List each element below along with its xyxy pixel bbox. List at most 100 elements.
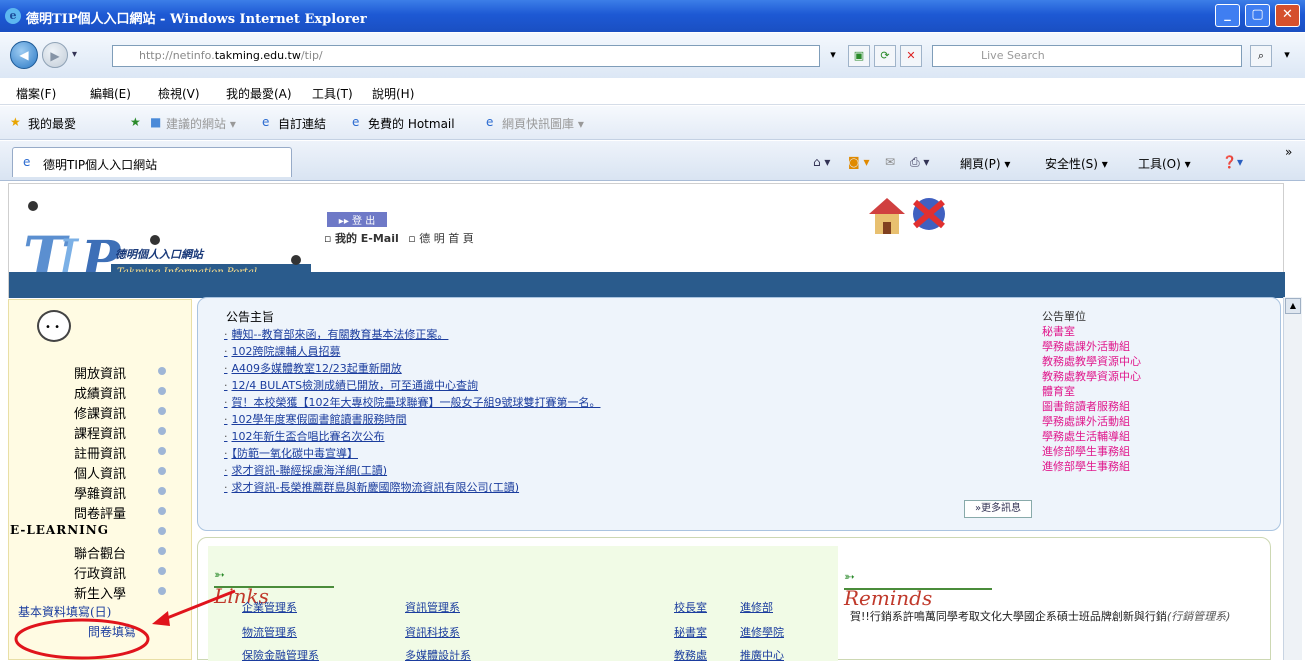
unit-link[interactable]: 進修部學生事務組	[1042, 458, 1130, 474]
nav-item[interactable]: 個人資訊	[74, 463, 126, 482]
more-news-button[interactable]: »更多訊息	[964, 500, 1032, 518]
ie-icon: e	[5, 8, 21, 24]
forward-button[interactable]: ▶	[42, 42, 68, 68]
link-office[interactable]: 推廣中心	[740, 647, 784, 663]
remind-item[interactable]: 賀!!行銷系許鳴萬同學考取文化大學國企系碩士班品牌創新與行銷(行銷管理系)	[850, 609, 1270, 624]
fav-custom-links[interactable]: 自訂連結	[278, 115, 326, 132]
more-commands-icon[interactable]: »	[1285, 145, 1292, 159]
nav-item[interactable]: 聯合觀台	[74, 543, 126, 562]
news-item[interactable]: 102跨院課輔人員招募	[224, 343, 341, 359]
link-office[interactable]: 進修學院	[740, 624, 784, 640]
tab-title: 德明TIP個人入口網站	[43, 158, 158, 172]
bullet-icon	[158, 467, 166, 475]
fav-hotmail[interactable]: 免費的 Hotmail	[368, 115, 455, 132]
news-item[interactable]: 求才資訊-聯經採慮海洋網(工讀)	[224, 462, 388, 478]
nav-item[interactable]: E-LEARNING	[10, 523, 109, 537]
search-options-icon[interactable]: ▾	[1276, 45, 1298, 67]
link-dept[interactable]: 資訊管理系	[405, 599, 460, 615]
news-item[interactable]: 【防範一氧化碳中毒宣導】	[224, 445, 359, 461]
header-icons[interactable]	[867, 192, 953, 236]
news-item[interactable]: A409多媒體教室12/23起重新開放	[224, 360, 402, 376]
bullet-icon	[158, 487, 166, 495]
search-input[interactable]: Live Search	[932, 45, 1242, 67]
cmd-safety[interactable]: 安全性(S) ▾	[1045, 155, 1108, 172]
nav-item[interactable]: 修課資訊	[74, 403, 126, 422]
add-favorite-icon[interactable]: ★	[130, 115, 141, 129]
link-dept[interactable]: 資訊科技系	[405, 624, 460, 640]
svg-text:德明個人入口網站: 德明個人入口網站	[115, 248, 205, 261]
minimize-button[interactable]: _	[1215, 4, 1240, 27]
unit-link[interactable]: 學務處生活輔導組	[1042, 428, 1130, 444]
cmd-page[interactable]: 網頁(P) ▾	[960, 155, 1010, 172]
menu-help[interactable]: 說明(H)	[372, 85, 414, 102]
tab-active[interactable]: e 德明TIP個人入口網站	[12, 147, 292, 177]
nav-item[interactable]: 學雜資訊	[74, 483, 126, 502]
back-button[interactable]: ◀	[10, 41, 38, 69]
cmd-tools[interactable]: 工具(O) ▾	[1138, 155, 1191, 172]
stop-icon[interactable]: ✕	[900, 45, 922, 67]
link-dept[interactable]: 保險金融管理系	[242, 647, 319, 663]
compat-icon[interactable]: ▣	[848, 45, 870, 67]
nav-item[interactable]: 註冊資訊	[74, 443, 126, 462]
home-icon[interactable]: ⌂ ▾	[813, 155, 830, 169]
unit-link[interactable]: 進修部學生事務組	[1042, 443, 1130, 459]
nav-item-basic-info[interactable]: 基本資料填寫(日)	[18, 603, 111, 620]
close-button[interactable]: ✕	[1275, 4, 1300, 27]
nav-item[interactable]: 成績資訊	[74, 383, 126, 402]
news-item[interactable]: 賀！本校榮獲【102年大專校院壘球聯賽】一般女子組9號球雙打賽第一名。	[224, 394, 601, 410]
menu-edit[interactable]: 編輯(E)	[90, 85, 131, 102]
home-link[interactable]: ▫ 德 明 首 頁	[408, 232, 473, 245]
page-icon: e	[23, 155, 31, 169]
menu-view[interactable]: 檢視(V)	[158, 85, 200, 102]
unit-link[interactable]: 教務處教學資源中心	[1042, 353, 1141, 369]
link-dept[interactable]: 物流管理系	[242, 624, 297, 640]
unit-link[interactable]: 秘書室	[1042, 323, 1075, 339]
favorites-label[interactable]: 我的最愛	[28, 115, 76, 132]
unit-link[interactable]: 圖書館讀者服務組	[1042, 398, 1130, 414]
logout-button[interactable]: ▸▸ 登 出	[327, 212, 387, 227]
nav-item[interactable]: 課程資訊	[74, 423, 126, 442]
link-dept[interactable]: 企業管理系	[242, 599, 297, 615]
address-input[interactable]: http://netinfo.takming.edu.tw/tip/	[112, 45, 820, 67]
maximize-button[interactable]: ▢	[1245, 4, 1270, 27]
fav-web-slice[interactable]: 網頁快訊圖庫 ▾	[502, 115, 584, 132]
units-heading: 公告單位	[1042, 310, 1086, 323]
fav-suggested-sites[interactable]: 建議的網站 ▾	[166, 115, 236, 132]
favorites-star-icon[interactable]: ★	[10, 115, 21, 129]
menu-file[interactable]: 檔案(F)	[16, 85, 56, 102]
news-item[interactable]: 12/4 BULATS檢測成績已開放，可至通識中心查詢	[224, 377, 479, 393]
news-item[interactable]: 求才資訊-長榮推薦群島與新慶國際物流資訊有限公司(工讀)	[224, 479, 520, 495]
news-item[interactable]: 102學年度寒假圖書館讀書服務時間	[224, 411, 407, 427]
nav-item[interactable]: 問卷評量	[74, 503, 126, 522]
link-office[interactable]: 進修部	[740, 599, 773, 615]
unit-link[interactable]: 學務處課外活動組	[1042, 338, 1130, 354]
print-icon[interactable]: ⎙ ▾	[910, 155, 929, 170]
menu-favorites[interactable]: 我的最愛(A)	[226, 85, 292, 102]
history-dropdown-icon[interactable]: ▾	[72, 49, 77, 60]
link-office[interactable]: 校長室	[674, 599, 707, 615]
link-office[interactable]: 秘書室	[674, 624, 707, 640]
link-office[interactable]: 教務處	[674, 647, 707, 663]
feeds-icon[interactable]: ◙ ▾	[848, 155, 869, 169]
nav-item[interactable]: 新生入學	[74, 583, 126, 602]
nav-item[interactable]: 開放資訊	[74, 363, 126, 382]
search-placeholder: Live Search	[981, 49, 1045, 62]
nav-item[interactable]: 問卷填寫	[88, 623, 136, 640]
menu-tools[interactable]: 工具(T)	[312, 85, 353, 102]
scroll-up-icon[interactable]: ▲	[1285, 298, 1301, 314]
email-link[interactable]: ▫ 我的 E-Mail	[324, 232, 399, 245]
news-item[interactable]: 102年新生盃合唱比賽名次公布	[224, 428, 385, 444]
unit-link[interactable]: 體育室	[1042, 383, 1075, 399]
link-dept[interactable]: 多媒體設計系	[405, 647, 471, 663]
nav-item[interactable]: 行政資訊	[74, 563, 126, 582]
links-panel	[197, 537, 1271, 661]
vertical-scrollbar[interactable]: ▲	[1283, 297, 1302, 660]
unit-link[interactable]: 教務處教學資源中心	[1042, 368, 1141, 384]
refresh-icon[interactable]: ⟳	[874, 45, 896, 67]
help-icon[interactable]: ❓▾	[1222, 155, 1243, 169]
mail-icon[interactable]: ✉	[885, 155, 895, 169]
news-item[interactable]: 轉知--教育部來函，有關教育基本法修正案。	[224, 326, 449, 342]
unit-link[interactable]: 學務處課外活動組	[1042, 413, 1130, 429]
address-dropdown-icon[interactable]: ▾	[822, 45, 844, 67]
search-icon[interactable]: ⌕	[1250, 45, 1272, 67]
